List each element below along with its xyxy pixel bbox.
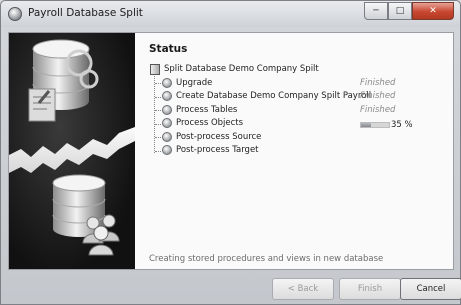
step-gear-icon xyxy=(162,91,172,102)
payroll-split-window: Payroll Database Split ─ □ ✕ Status Spli… xyxy=(0,0,461,305)
step-gear-icon xyxy=(162,145,172,156)
step-gear-icon xyxy=(162,131,172,142)
wizard-body: Status Split Database Demo Company Spilt… xyxy=(8,32,454,270)
step-create-database: Create Database Demo Company Spilt Payro… xyxy=(150,90,450,104)
step-process-objects: Process Objects 35 % xyxy=(150,117,450,131)
status-panel: Status Split Database Demo Company Spilt… xyxy=(135,33,453,269)
status-message: Creating stored procedures and views in … xyxy=(149,254,384,264)
finish-button[interactable]: Finish xyxy=(339,278,401,300)
step-post-process-target: Post-process Target xyxy=(150,144,450,158)
step-status: Finished xyxy=(360,91,396,102)
window-title: Payroll Database Split xyxy=(28,7,143,19)
app-icon xyxy=(8,7,22,21)
cancel-button[interactable]: Cancel xyxy=(400,278,461,300)
step-upgrade: Upgrade Finished xyxy=(150,76,450,90)
database-illustration xyxy=(9,39,135,256)
document-icon xyxy=(28,88,56,122)
step-label: Upgrade xyxy=(176,77,213,88)
tree-root-label: Split Database Demo Company Spilt xyxy=(164,64,319,74)
status-tree: Split Database Demo Company Spilt Upgrad… xyxy=(150,62,450,157)
close-button[interactable]: ✕ xyxy=(412,2,454,20)
minimize-button[interactable]: ─ xyxy=(364,2,388,20)
step-label: Create Database Demo Company Spilt Payro… xyxy=(176,91,372,102)
step-status: Finished xyxy=(360,77,396,88)
step-label: Post-process Target xyxy=(176,145,259,156)
progress-fill xyxy=(361,122,371,127)
step-gear-icon xyxy=(162,77,172,88)
step-process-tables: Process Tables Finished xyxy=(150,103,450,117)
step-gear-icon xyxy=(162,118,172,129)
tree-root: Split Database Demo Company Spilt xyxy=(150,62,450,76)
wizard-footer: < Back Finish Cancel xyxy=(8,278,461,300)
step-post-process-source: Post-process Source xyxy=(150,130,450,144)
step-label: Process Tables xyxy=(176,104,238,115)
status-heading: Status xyxy=(149,43,188,55)
step-progress: 35 % xyxy=(360,120,413,130)
step-label: Post-process Source xyxy=(176,131,262,142)
title-bar[interactable]: Payroll Database Split ─ □ ✕ xyxy=(1,1,460,27)
maximize-button[interactable]: □ xyxy=(388,2,412,20)
step-gear-icon xyxy=(162,104,172,115)
side-illustration xyxy=(9,33,135,269)
progress-percent: 35 % xyxy=(391,119,413,130)
caption-buttons: ─ □ ✕ xyxy=(364,2,454,20)
back-button[interactable]: < Back xyxy=(272,278,334,300)
step-status: Finished xyxy=(360,104,396,115)
progress-bar xyxy=(360,121,390,128)
task-list-icon xyxy=(150,63,160,75)
torn-paper-graphic xyxy=(9,127,135,173)
